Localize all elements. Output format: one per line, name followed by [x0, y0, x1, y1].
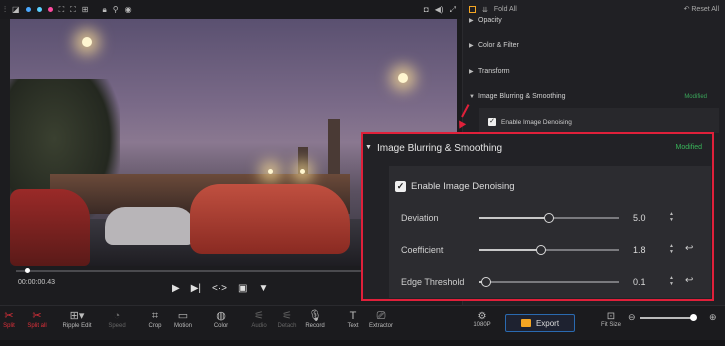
fullscreen-icon[interactable]: ⤢: [450, 5, 456, 15]
chevron-right-icon: ▶: [469, 43, 474, 49]
edge-threshold-reset-icon[interactable]: ↩: [685, 275, 693, 286]
play-icon[interactable]: ▶: [172, 283, 180, 294]
panel-toggle-icon[interactable]: [469, 6, 476, 13]
enable-denoising-label: Enable Image Denoising: [501, 119, 572, 126]
deviation-slider[interactable]: [479, 213, 619, 223]
zoom-in-icon[interactable]: ⊕: [709, 312, 717, 323]
fit-size-icon: ⊡: [606, 311, 616, 322]
edge-threshold-slider-knob[interactable]: [481, 277, 491, 287]
fold-icon[interactable]: ⇊: [482, 6, 488, 14]
enable-denoising-checkbox[interactable]: ✓: [395, 181, 406, 192]
timeline-zoom-slider[interactable]: [640, 317, 694, 319]
seek-knob[interactable]: [24, 268, 30, 273]
coefficient-slider-knob[interactable]: [535, 245, 546, 255]
denoising-settings: ✓ Enable Image Denoising Deviation 5.0 ▲…: [389, 166, 711, 298]
chevron-right-icon: ▶: [469, 18, 474, 24]
blue-color-dot-icon[interactable]: [25, 7, 31, 12]
zoom-panel-title[interactable]: Image Blurring & Smoothing: [377, 143, 502, 154]
deviation-label: Deviation: [401, 213, 439, 223]
extractor-icon: ⎚: [376, 310, 386, 322]
preview-toolbar: ⫶ ◪ ⛶ ⛶ ⊞ 🔒︎ ⚲ ◉ ◘ ◀) ⤢: [0, 0, 462, 19]
transport-controls: ▶ ▶| <·> ▣ ▼: [172, 283, 268, 294]
export-button[interactable]: Export: [505, 314, 575, 332]
grid-icon[interactable]: ⊞: [82, 5, 89, 14]
enable-denoising-checkbox[interactable]: ✓: [488, 118, 496, 126]
coefficient-slider[interactable]: [479, 245, 619, 255]
lock-icon[interactable]: 🔒︎: [102, 5, 106, 15]
fold-all-button[interactable]: Fold All: [494, 6, 517, 13]
chevron-right-icon: ▶: [469, 69, 474, 75]
zoom-out-icon[interactable]: ⊖: [628, 312, 636, 323]
timeline-zoom-knob[interactable]: [690, 314, 697, 321]
color-button[interactable]: ◍ Color: [204, 309, 238, 329]
timecode: 00:00:00.43: [18, 279, 55, 286]
record-button[interactable]: 🎙︎ Record: [298, 309, 332, 329]
export-icon: [520, 319, 531, 327]
fit-size-button[interactable]: ⊡ Fit Size: [600, 311, 622, 328]
mark-icon[interactable]: ▼: [258, 283, 268, 294]
video-editor-window: ⫶ ◪ ⛶ ⛶ ⊞ 🔒︎ ⚲ ◉ ◘ ◀) ⤢ 00:00:00.43 ▶ ▶|: [0, 0, 725, 346]
timeline-ruler: [0, 340, 725, 346]
settings-gear-icon: ⚙: [477, 311, 487, 322]
pink-color-dot-icon[interactable]: [47, 7, 53, 12]
chevron-down-icon: ▼: [469, 94, 475, 100]
ripple-edit-button[interactable]: ⊞▾ Ripple Edit: [60, 309, 94, 329]
layers-icon[interactable]: ⫶: [4, 5, 6, 15]
coefficient-label: Coefficient: [401, 245, 444, 255]
eye-icon[interactable]: ◉: [125, 5, 132, 14]
edge-threshold-stepper-icon[interactable]: ▲ ▼: [669, 275, 674, 287]
color-palette-icon: ◍: [216, 310, 226, 322]
edge-threshold-label: Edge Threshold: [401, 277, 465, 287]
motion-button[interactable]: ▭ Motion: [166, 309, 200, 329]
volume-icon[interactable]: ◀): [435, 5, 444, 14]
section-opacity[interactable]: ▶ Opacity: [469, 17, 502, 24]
deviation-stepper-icon[interactable]: ▲ ▼: [669, 211, 674, 223]
ripple-edit-icon: ⊞▾: [69, 310, 85, 322]
prev-next-frame-icon[interactable]: <·>: [212, 283, 227, 294]
snapshot-icon[interactable]: ▣: [238, 283, 247, 294]
modified-badge: Modified: [684, 94, 707, 100]
cyan-color-dot-icon[interactable]: [36, 7, 42, 12]
speed-icon: ◔: [113, 310, 121, 322]
speed-button[interactable]: ◔ Speed: [100, 309, 134, 329]
chevron-down-icon[interactable]: ▼: [365, 144, 372, 151]
coefficient-reset-icon[interactable]: ↩: [685, 243, 693, 254]
section-transform[interactable]: ▶ Transform: [469, 68, 510, 75]
play-frame-icon[interactable]: ▶|: [191, 283, 201, 294]
extractor-button[interactable]: ⎚ Extractor: [364, 309, 398, 329]
section-color-filter[interactable]: ▶ Color & Filter: [469, 42, 519, 49]
enable-denoising-label: Enable Image Denoising: [411, 181, 515, 192]
section-image-blurring[interactable]: ▼ Image Blurring & Smoothing: [469, 93, 566, 100]
coefficient-stepper-icon[interactable]: ▲ ▼: [669, 243, 674, 255]
split-all-icon: ✂: [32, 310, 42, 322]
deviation-value[interactable]: 5.0: [633, 213, 646, 223]
camera-icon[interactable]: ◘: [424, 5, 429, 14]
crop-frame-icon[interactable]: ⛶: [59, 5, 65, 15]
zoomed-blurring-panel: ▼ Image Blurring & Smoothing Modified ✓ …: [361, 132, 714, 301]
edge-threshold-value[interactable]: 0.1: [633, 277, 646, 287]
edge-threshold-slider[interactable]: [479, 277, 619, 287]
modified-badge: Modified: [675, 144, 702, 151]
coefficient-value[interactable]: 1.8: [633, 245, 646, 255]
split-all-button[interactable]: ✂ Split all: [20, 309, 54, 329]
link-icon[interactable]: ⚲: [113, 5, 119, 14]
motion-icon: ▭: [177, 310, 189, 322]
reset-all-button[interactable]: ↶ Reset All: [684, 5, 719, 13]
resolution-settings[interactable]: ⚙ 1080P: [472, 311, 492, 328]
fit-frame-icon[interactable]: ⛶: [70, 5, 76, 15]
resize-icon[interactable]: ◪: [12, 5, 20, 14]
deviation-slider-knob[interactable]: [544, 213, 554, 223]
microphone-icon: 🎙︎: [308, 310, 322, 322]
